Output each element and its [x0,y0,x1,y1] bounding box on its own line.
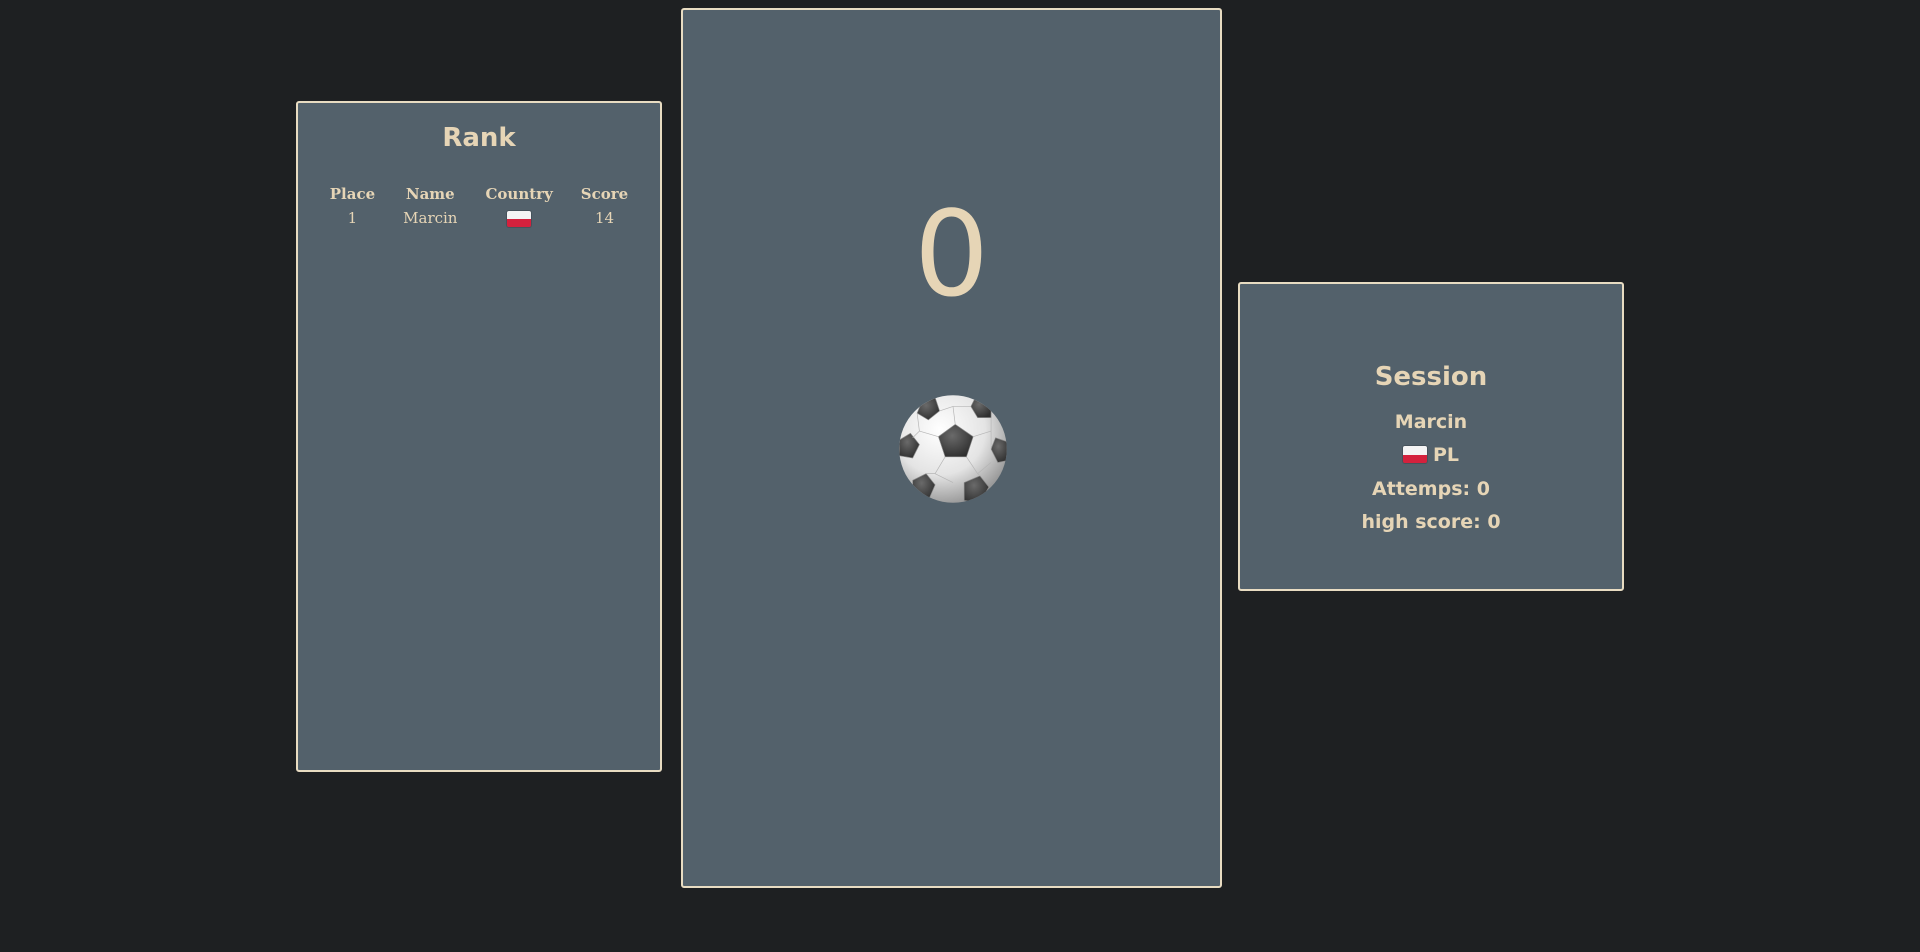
rank-table-header: Place Name Country Score [330,185,628,203]
session-high-score: high score: 0 [1361,511,1501,533]
rank-table: Place Name Country Score 1 Marcin 14 [298,179,660,233]
rank-title: Rank [442,123,516,153]
session-attempts: Attemps: 0 [1372,478,1490,500]
header-place: Place [329,185,376,203]
row-country [485,209,552,227]
soccer-ball-icon[interactable] [897,393,1009,505]
row-score: 14 [594,209,615,227]
session-country: PL [1240,444,1622,466]
game-panel[interactable]: 0 [681,8,1222,888]
header-score: Score [580,185,629,203]
session-player-name: Marcin [1394,411,1468,433]
header-country: Country [485,185,553,203]
row-name: Marcin [403,209,458,227]
session-panel: Session Marcin PL Attemps: 0 high score:… [1238,282,1624,591]
rank-panel: Rank Place Name Country Score 1 Marcin 1… [296,101,662,772]
poland-flag-icon [507,211,532,227]
row-place: 1 [347,209,358,227]
header-name: Name [405,185,455,203]
current-score: 0 [913,185,990,323]
session-title: Session [1374,362,1488,392]
table-row: 1 Marcin 14 [330,209,628,227]
poland-flag-icon [1402,446,1427,463]
session-country-code: PL [1432,444,1460,466]
